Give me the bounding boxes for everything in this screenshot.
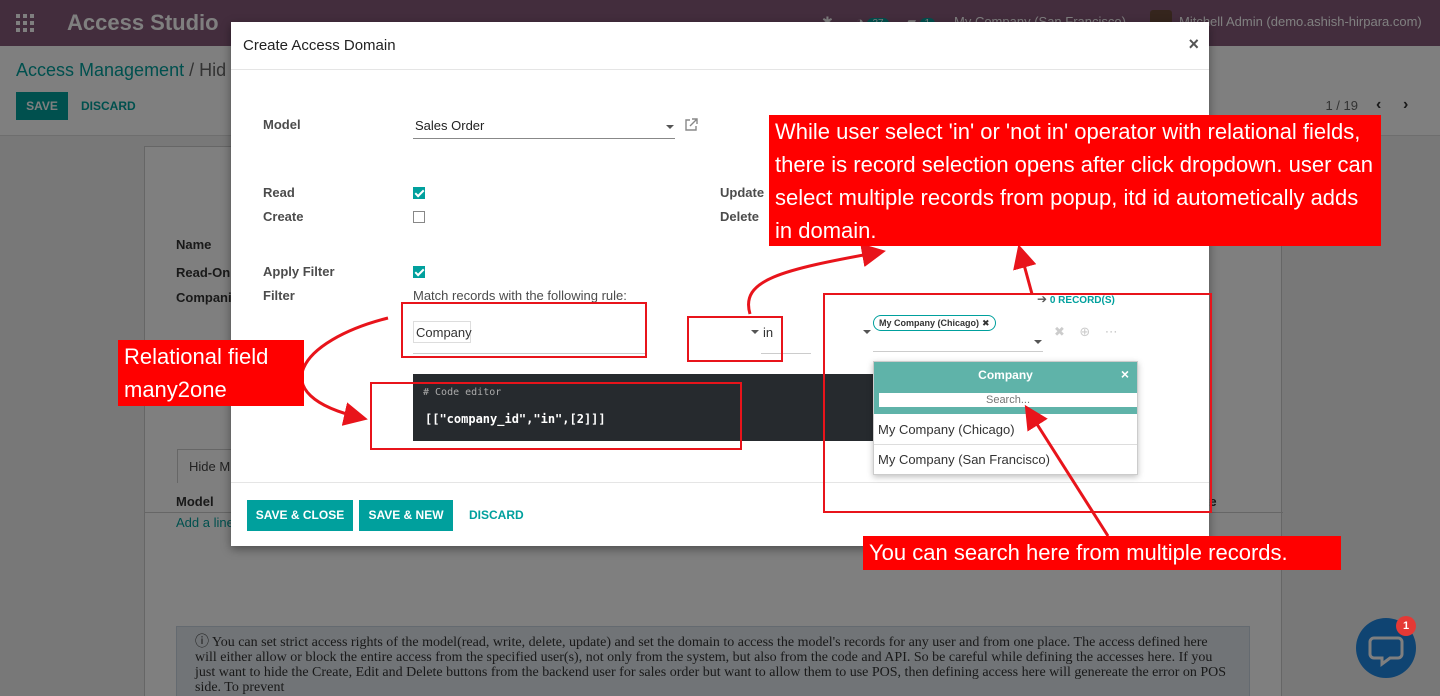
annotation-box-field [401,302,647,358]
create-label: Create [263,209,304,224]
model-select[interactable]: Sales Order [413,115,675,139]
external-link-icon[interactable] [684,118,698,132]
annotation-box-code [370,382,742,450]
read-checkbox[interactable] [413,187,425,199]
save-close-button[interactable]: SAVE & CLOSE [247,500,353,531]
annotation-box-operator [687,316,783,362]
close-icon[interactable]: × [1188,34,1199,55]
apply-filter-label: Apply Filter [263,264,335,279]
chevron-down-icon [666,125,674,129]
model-select-value: Sales Order [415,118,485,133]
save-new-button[interactable]: SAVE & NEW [359,500,453,531]
chat-badge: 1 [1396,616,1416,636]
read-label: Read [263,185,295,200]
filter-label: Filter [263,288,295,303]
filter-rule-text: Match records with the following rule: [413,288,627,303]
create-checkbox[interactable] [413,211,425,223]
delete-label: Delete [720,209,760,224]
model-label: Model [263,117,301,132]
update-label: Update [720,185,765,200]
modal-discard-button[interactable]: DISCARD [469,508,524,522]
apply-filter-checkbox[interactable] [413,266,425,278]
modal-header: Create Access Domain × [231,22,1209,70]
modal-title: Create Access Domain [243,37,396,54]
annotation-box-value [823,293,1212,513]
annotation-callout-left: Relational field many2one [118,340,304,406]
annotation-callout-bottom: You can search here from multiple record… [863,536,1341,570]
annotation-callout-top: While user select 'in' or 'not in' opera… [769,115,1381,246]
